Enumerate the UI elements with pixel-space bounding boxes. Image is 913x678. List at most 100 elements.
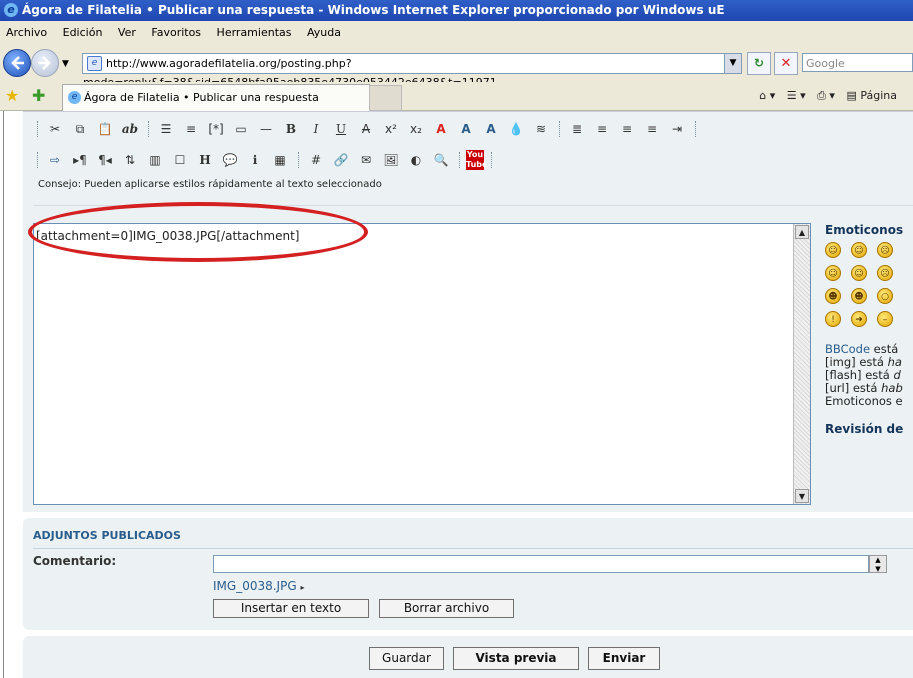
menu-herramientas[interactable]: Herramientas xyxy=(217,26,292,39)
heading-icon[interactable]: H xyxy=(194,150,216,170)
favorites-star-icon[interactable]: ★ xyxy=(5,86,19,105)
indent-icon[interactable]: ⇥ xyxy=(666,119,688,139)
spellcheck-icon[interactable]: ab xyxy=(119,119,141,139)
youtube-icon[interactable]: You Tube xyxy=(466,150,487,170)
cool-emoticon-icon[interactable]: ☺ xyxy=(825,265,841,281)
flip-icon[interactable]: ⇅ xyxy=(119,150,141,170)
align-justify-icon[interactable]: ≣ xyxy=(566,119,588,139)
review-heading[interactable]: Revisión de xyxy=(825,422,913,436)
font-face-icon[interactable]: A xyxy=(480,119,502,139)
list-item-icon[interactable]: [*] xyxy=(205,119,227,139)
cut-icon[interactable]: ✂ xyxy=(44,119,66,139)
columns-icon[interactable]: ▥ xyxy=(144,150,166,170)
format-toolbar-row-1: ✂ ⧉ 📋 ab ☰ ≡ [*] ▭ — B I U A x² x₂ A A A… xyxy=(33,115,702,143)
file-arrow-icon: ▸ xyxy=(300,583,305,592)
save-button[interactable]: Guardar xyxy=(369,647,444,670)
superscript-icon[interactable]: x² xyxy=(380,119,402,139)
confused-emoticon-icon[interactable]: ☹ xyxy=(877,265,893,281)
flash-icon[interactable]: ◐ xyxy=(405,150,427,170)
align-left-icon[interactable]: ≡ xyxy=(591,119,613,139)
menu-edicion[interactable]: Edición xyxy=(63,26,103,39)
sad-emoticon-icon[interactable]: ☹ xyxy=(877,242,893,258)
search-input[interactable]: Google xyxy=(802,53,913,72)
page-content: ✂ ⧉ 📋 ab ☰ ≡ [*] ▭ — B I U A x² x₂ A A A… xyxy=(0,111,913,678)
browser-tab[interactable]: e Ágora de Filatelia • Publicar una respu… xyxy=(62,84,370,111)
image-icon[interactable]: 🖼 xyxy=(380,150,402,170)
evil-emoticon-icon[interactable]: ☻ xyxy=(825,288,841,304)
email-icon[interactable]: ✉ xyxy=(355,150,377,170)
attachment-file-link[interactable]: IMG_0038.JPG ▸ xyxy=(213,579,304,593)
grid-table-icon[interactable]: ▦ xyxy=(269,150,291,170)
refresh-button[interactable]: ↻ xyxy=(747,52,771,75)
eek-emoticon-icon[interactable]: ○ xyxy=(877,288,893,304)
neutral-emoticon-icon[interactable]: – xyxy=(877,311,893,327)
idea-emoticon-icon[interactable]: ! xyxy=(825,311,841,327)
laugh-emoticon-icon[interactable]: ☺ xyxy=(851,265,867,281)
font-size-icon[interactable]: A xyxy=(455,119,477,139)
marquee-icon[interactable]: ⇨ xyxy=(44,150,66,170)
back-button[interactable] xyxy=(3,49,31,77)
send-button[interactable]: Enviar xyxy=(588,647,660,670)
box-icon[interactable]: ☐ xyxy=(169,150,191,170)
quote-icon[interactable]: 💬 xyxy=(219,150,241,170)
delete-file-button[interactable]: Borrar archivo xyxy=(379,599,514,618)
new-tab-button[interactable] xyxy=(369,85,402,111)
history-dropdown-icon[interactable]: ▼ xyxy=(62,59,69,69)
emoticons-status: Emoticonos e xyxy=(825,394,903,408)
print-icon[interactable]: ⎙ ▾ xyxy=(817,89,835,102)
command-bar: ⌂ ▾ ☰ ▾ ⎙ ▾ ▤ Página xyxy=(759,85,913,107)
comment-resize-control[interactable]: ▲ ▼ xyxy=(869,555,887,573)
address-field[interactable]: e http://www.agoradefilatelia.org/posting… xyxy=(82,53,742,89)
highlight-icon[interactable]: 💧 xyxy=(505,119,527,139)
bbcode-link[interactable]: BBCode xyxy=(825,342,870,356)
preview-button[interactable]: Vista previa xyxy=(453,647,579,670)
page-left-border xyxy=(0,111,4,678)
copy-icon[interactable]: ⧉ xyxy=(69,119,91,139)
tab-favicon-icon: e xyxy=(68,91,81,104)
glow-icon[interactable]: ≋ xyxy=(530,119,552,139)
italic-icon[interactable]: I xyxy=(305,119,327,139)
bold-icon[interactable]: B xyxy=(280,119,302,139)
table-icon[interactable]: ▭ xyxy=(230,119,252,139)
bullet-list-icon[interactable]: ☰ xyxy=(155,119,177,139)
feeds-icon[interactable]: ☰ ▾ xyxy=(787,89,806,102)
magnifier-icon[interactable]: 🔍 xyxy=(430,150,452,170)
comment-input[interactable] xyxy=(213,555,869,573)
textarea-scrollbar[interactable]: ▲ ▼ xyxy=(793,224,810,504)
strikethrough-icon[interactable]: A xyxy=(355,119,377,139)
hash-icon[interactable]: # xyxy=(305,150,327,170)
align-center-icon[interactable]: ≡ xyxy=(616,119,638,139)
menu-favoritos[interactable]: Favoritos xyxy=(151,26,201,39)
add-favorites-icon[interactable]: ✚ xyxy=(32,86,45,105)
underline-icon[interactable]: U xyxy=(330,119,352,139)
info-icon[interactable]: ℹ xyxy=(244,150,266,170)
address-dropdown-icon[interactable]: ▼ xyxy=(724,54,741,73)
link-icon[interactable]: 🔗 xyxy=(330,150,352,170)
scroll-down-icon[interactable]: ▼ xyxy=(795,489,809,503)
ltr-icon[interactable]: ▸¶ xyxy=(69,150,91,170)
insert-in-text-button[interactable]: Insertar en texto xyxy=(213,599,369,618)
toolbar-separator xyxy=(459,152,462,168)
font-color-icon[interactable]: A xyxy=(430,119,452,139)
horizontal-rule-icon[interactable]: — xyxy=(255,119,277,139)
subscript-icon[interactable]: x₂ xyxy=(405,119,427,139)
paste-icon[interactable]: 📋 xyxy=(94,119,116,139)
twisted-emoticon-icon[interactable]: ☻ xyxy=(851,288,867,304)
menu-ver[interactable]: Ver xyxy=(118,26,136,39)
message-textarea[interactable]: [attachment=0]IMG_0038.JPG[/attachment] … xyxy=(33,223,811,505)
menu-ayuda[interactable]: Ayuda xyxy=(307,26,341,39)
rtl-icon[interactable]: ¶◂ xyxy=(94,150,116,170)
menu-archivo[interactable]: Archivo xyxy=(6,26,47,39)
page-menu[interactable]: ▤ Página xyxy=(846,89,905,102)
align-right-icon[interactable]: ≡ xyxy=(641,119,663,139)
arrow-emoticon-icon[interactable]: ➜ xyxy=(851,311,867,327)
scroll-up-icon[interactable]: ▲ xyxy=(795,225,809,239)
home-icon[interactable]: ⌂ ▾ xyxy=(759,89,775,102)
flash-status-value: d xyxy=(893,368,901,382)
stop-button[interactable]: ✕ xyxy=(774,52,798,75)
smile-emoticon-icon[interactable]: ☺ xyxy=(825,242,841,258)
forward-button[interactable] xyxy=(31,49,59,77)
numbered-list-icon[interactable]: ≡ xyxy=(180,119,202,139)
attachments-heading: ADJUNTOS PUBLICADOS xyxy=(33,529,181,542)
grin-emoticon-icon[interactable]: ☺ xyxy=(851,242,867,258)
